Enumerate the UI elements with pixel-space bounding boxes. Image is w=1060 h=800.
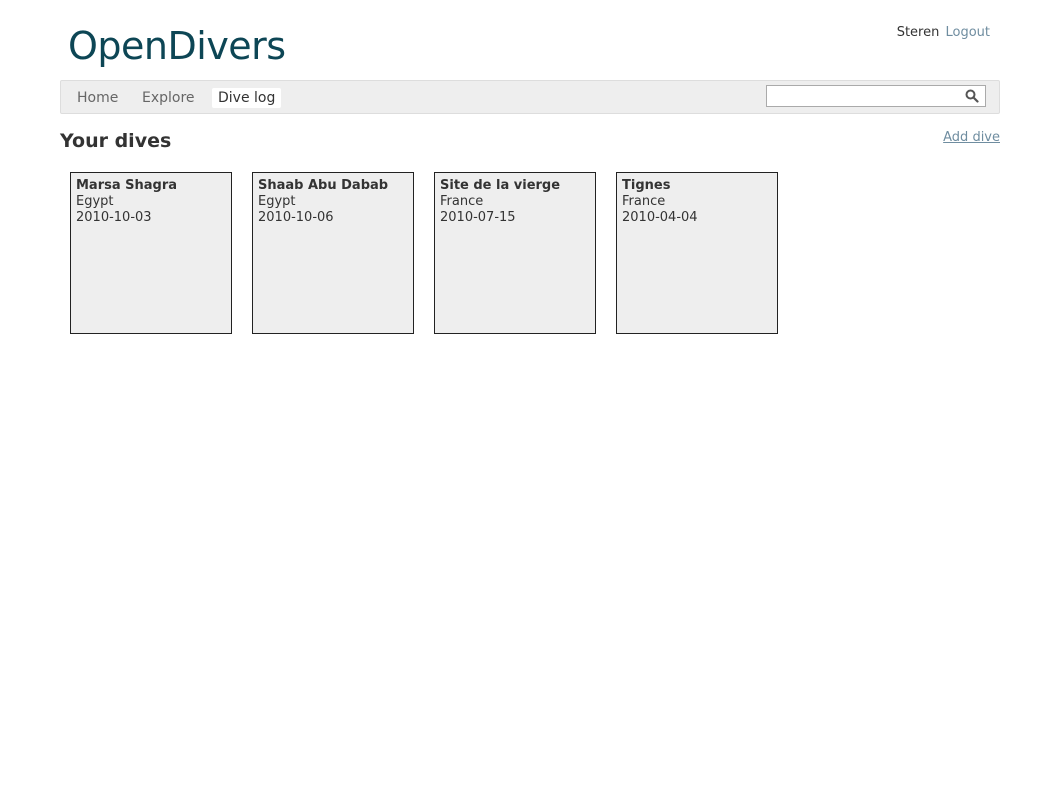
logout-link[interactable]: Logout bbox=[945, 25, 990, 40]
dive-country: France bbox=[440, 194, 484, 209]
dive-card[interactable]: Site de la vierge France 2010-07-15 bbox=[434, 172, 596, 334]
dive-date: 2010-10-06 bbox=[258, 210, 334, 225]
dive-name: Shaab Abu Dabab bbox=[258, 178, 389, 193]
main-nav: Home Explore Dive log bbox=[60, 80, 1000, 114]
add-dive-link[interactable]: Add dive bbox=[943, 129, 1000, 147]
search-icon[interactable] bbox=[965, 88, 979, 103]
user-bar: Steren Logout bbox=[897, 24, 990, 42]
dive-card[interactable]: Shaab Abu Dabab Egypt 2010-10-06 bbox=[252, 172, 414, 334]
dive-card[interactable]: Tignes France 2010-04-04 bbox=[616, 172, 778, 334]
nav-item-dive-log[interactable]: Dive log bbox=[212, 88, 282, 108]
dive-name: Marsa Shagra bbox=[76, 178, 178, 193]
page: OpenDivers Steren Logout Home Explore Di… bbox=[0, 0, 1060, 800]
dive-date: 2010-07-15 bbox=[440, 210, 516, 225]
dive-name: Tignes bbox=[622, 178, 671, 193]
dive-date: 2010-04-04 bbox=[622, 210, 698, 225]
dive-card[interactable]: Marsa Shagra Egypt 2010-10-03 bbox=[70, 172, 232, 334]
dive-date: 2010-10-03 bbox=[76, 210, 152, 225]
page-title: Your dives bbox=[60, 130, 172, 152]
dive-country: France bbox=[622, 194, 666, 209]
site-logo[interactable]: OpenDivers bbox=[68, 24, 286, 68]
dive-country: Egypt bbox=[258, 194, 296, 209]
nav-item-explore[interactable]: Explore bbox=[136, 88, 201, 108]
dive-country: Egypt bbox=[76, 194, 114, 209]
nav-item-home[interactable]: Home bbox=[71, 88, 124, 108]
search-input[interactable] bbox=[766, 85, 986, 107]
dive-name: Site de la vierge bbox=[440, 178, 561, 193]
username[interactable]: Steren bbox=[897, 25, 940, 40]
